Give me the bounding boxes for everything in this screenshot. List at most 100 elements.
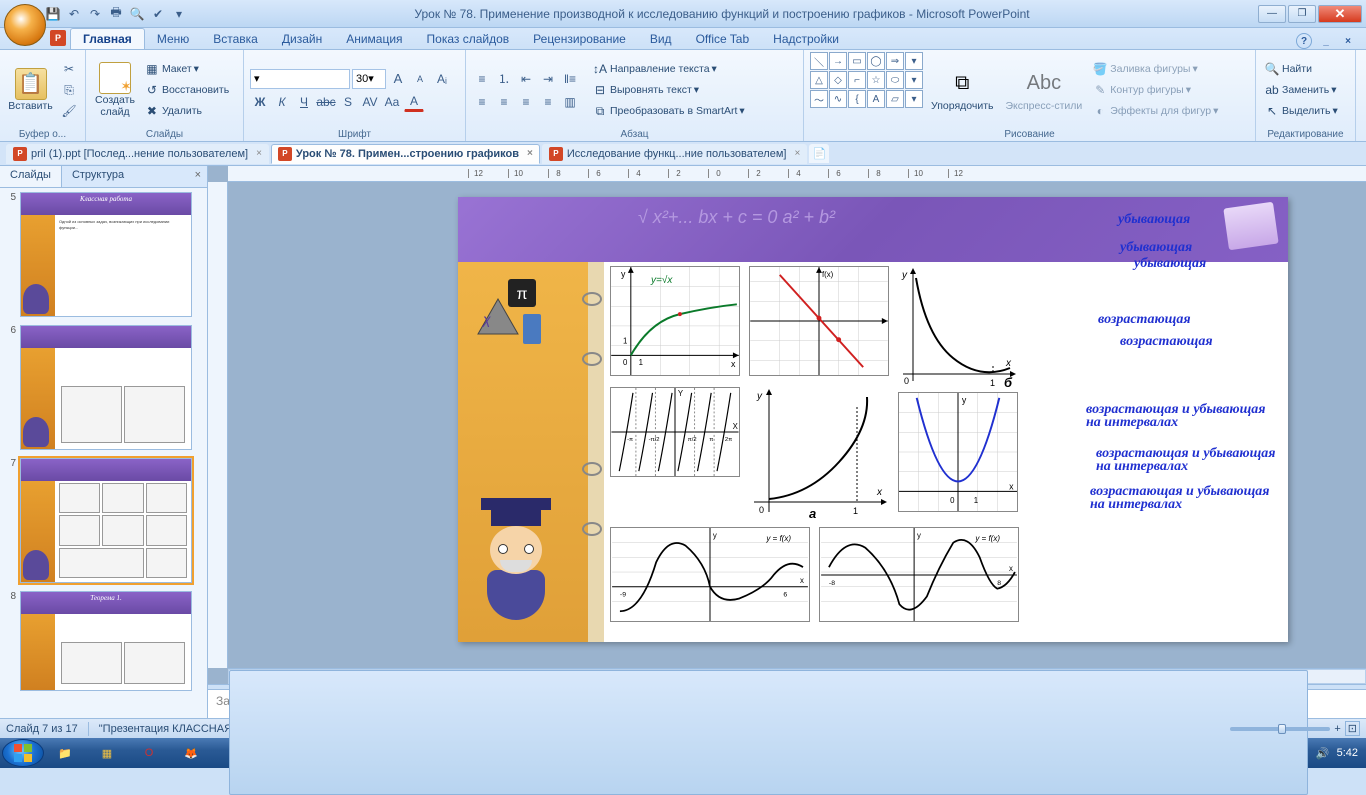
cut-icon[interactable]: ✂ — [59, 59, 79, 79]
shape-call-icon[interactable]: ⬭ — [886, 71, 904, 89]
format-painter-icon[interactable]: 🖌 — [59, 101, 79, 121]
zoom-in-icon[interactable]: + — [1334, 723, 1340, 735]
qat-more-icon[interactable]: ▾ — [170, 5, 188, 23]
change-case-icon[interactable]: Aa — [382, 92, 402, 112]
zoom-slider[interactable] — [1230, 727, 1330, 731]
shape-conn-icon[interactable]: ⌐ — [848, 71, 866, 89]
start-button[interactable] — [2, 739, 44, 767]
doc-tab-2[interactable]: PУрок № 78. Примен...строению графиков× — [271, 144, 540, 164]
indent-dec-icon[interactable]: ⇤ — [516, 69, 536, 89]
task-explorer[interactable]: 📁 — [45, 740, 85, 766]
columns-icon[interactable]: ▥ — [560, 92, 580, 112]
task-totalcmd[interactable]: ▦ — [87, 740, 127, 766]
spelling-icon[interactable]: ✔ — [149, 5, 167, 23]
shape-free-icon[interactable]: ∿ — [829, 90, 847, 108]
doc-tab-1[interactable]: Ppril (1).ppt [Послед...нение пользовате… — [6, 144, 269, 164]
shadow-icon[interactable]: S — [338, 92, 358, 112]
line-spacing-icon[interactable]: ‖≡ — [560, 69, 580, 89]
tab-design[interactable]: Дизайн — [270, 29, 334, 49]
font-color-icon[interactable]: A — [404, 92, 424, 112]
close-tab-icon[interactable]: × — [527, 148, 533, 159]
delete-slide-button[interactable]: ✖Удалить — [142, 101, 237, 121]
slide-viewport[interactable]: √ x²+... bx + c = 0 a² + b² πχ — [208, 182, 1366, 668]
shape-outline-button[interactable]: ✎Контур фигуры ▾ — [1090, 80, 1230, 100]
justify-icon[interactable]: ≡ — [538, 92, 558, 112]
redo-icon[interactable]: ↷ — [86, 5, 104, 23]
font-family-select[interactable]: ▾ — [250, 69, 350, 89]
align-right-icon[interactable]: ≡ — [516, 92, 536, 112]
align-text-button[interactable]: ⊟Выровнять текст ▾ — [590, 80, 780, 100]
thumbnails[interactable]: 5 Классная работа Одной из основных зада… — [0, 188, 207, 718]
shape-action-icon[interactable]: ▱ — [886, 90, 904, 108]
tray-volume-icon[interactable]: 🔊 — [1315, 745, 1331, 761]
align-left-icon[interactable]: ≡ — [472, 92, 492, 112]
close-tab-icon[interactable]: × — [256, 148, 262, 159]
save-icon[interactable]: 💾 — [44, 5, 62, 23]
close-tab-icon[interactable]: × — [794, 148, 800, 159]
numbering-icon[interactable]: ⒈ — [494, 69, 514, 89]
shapes-gallery[interactable]: ＼→▭◯⇒▾ △◇⌐☆⬭▾ 〜∿{A▱▾ — [810, 52, 923, 128]
ribbon-minimize-icon[interactable]: _ — [1318, 33, 1334, 49]
replace-button[interactable]: abЗаменить ▾ — [1262, 80, 1349, 100]
tab-review[interactable]: Рецензирование — [521, 29, 638, 49]
minimize-button[interactable]: — — [1258, 5, 1286, 23]
task-firefox[interactable]: 🦊 — [171, 740, 211, 766]
doc-tab-3[interactable]: PИсследование функц...ние пользователем]… — [542, 144, 807, 164]
shape-fill-button[interactable]: 🪣Заливка фигуры ▾ — [1090, 59, 1230, 79]
close-button[interactable]: ✕ — [1318, 5, 1362, 23]
tray-clock[interactable]: 5:42 — [1337, 747, 1358, 759]
office-button[interactable] — [4, 4, 46, 46]
new-slide-button[interactable]: ✶ Создать слайд — [92, 52, 138, 128]
shape-arrow-icon[interactable]: → — [829, 52, 847, 70]
smartart-button[interactable]: ⧉Преобразовать в SmartArt ▾ — [590, 101, 780, 121]
new-doc-tab[interactable]: 📄 — [809, 144, 829, 163]
tab-view[interactable]: Вид — [638, 29, 684, 49]
shrink-font-icon[interactable]: A — [410, 69, 430, 89]
close-pane-icon[interactable]: × — [189, 166, 207, 187]
shape-more2-icon[interactable]: ▾ — [905, 71, 923, 89]
annotation[interactable]: возрастающая — [1098, 312, 1191, 328]
shape-effects-button[interactable]: ◐Эффекты для фигур ▾ — [1090, 101, 1230, 121]
shape-star-icon[interactable]: ☆ — [867, 71, 885, 89]
bold-icon[interactable]: Ж — [250, 92, 270, 112]
layout-button[interactable]: ▦Макет ▾ — [142, 59, 237, 79]
h-scrollbar[interactable] — [228, 668, 1366, 684]
tab-animation[interactable]: Анимация — [334, 29, 414, 49]
annotation[interactable]: возрастающая — [1120, 334, 1213, 350]
grow-font-icon[interactable]: A — [388, 69, 408, 89]
shape-dia-icon[interactable]: ◇ — [829, 71, 847, 89]
find-button[interactable]: 🔍Найти — [1262, 59, 1349, 79]
annotation[interactable]: возрастающая и убывающая на интервалах — [1090, 486, 1270, 511]
undo-icon[interactable]: ↶ — [65, 5, 83, 23]
align-center-icon[interactable]: ≡ — [494, 92, 514, 112]
paste-button[interactable]: 📋 Вставить — [6, 52, 55, 128]
maximize-button[interactable]: ❐ — [1288, 5, 1316, 23]
slide-thumb-6[interactable] — [20, 325, 192, 450]
tab-insert[interactable]: Вставка — [201, 29, 270, 49]
strike-icon[interactable]: abc — [316, 92, 336, 112]
font-size-select[interactable]: 30 ▾ — [352, 69, 386, 89]
shape-tri-icon[interactable]: △ — [810, 71, 828, 89]
tab-menu[interactable]: Меню — [145, 29, 201, 49]
task-opera[interactable]: O — [129, 740, 169, 766]
print-icon[interactable]: 🖶 — [107, 5, 125, 23]
shape-text-icon[interactable]: A — [867, 90, 885, 108]
annotation[interactable]: убывающая — [1120, 240, 1192, 256]
help-icon[interactable]: ? — [1296, 33, 1312, 49]
preview-icon[interactable]: 🔍 — [128, 5, 146, 23]
fit-icon[interactable]: ⊡ — [1345, 721, 1360, 736]
slide-thumb-5[interactable]: Классная работа Одной из основных задач,… — [20, 192, 192, 317]
shape-line-icon[interactable]: ＼ — [810, 52, 828, 70]
vertical-ruler[interactable] — [208, 182, 228, 668]
bullets-icon[interactable]: ≡ — [472, 69, 492, 89]
annotation[interactable]: возрастающая и убывающая на интервалах — [1086, 404, 1266, 429]
pane-tab-outline[interactable]: Структура — [62, 166, 134, 187]
shape-rect-icon[interactable]: ▭ — [848, 52, 866, 70]
underline-icon[interactable]: Ч — [294, 92, 314, 112]
slide-thumb-8[interactable]: Теорема 1. — [20, 591, 192, 691]
shape-more3-icon[interactable]: ▾ — [905, 90, 923, 108]
pane-tab-slides[interactable]: Слайды — [0, 166, 62, 187]
slide-thumb-7[interactable] — [20, 458, 192, 583]
shape-brace-icon[interactable]: { — [848, 90, 866, 108]
text-direction-button[interactable]: ↕AНаправление текста ▾ — [590, 59, 780, 79]
